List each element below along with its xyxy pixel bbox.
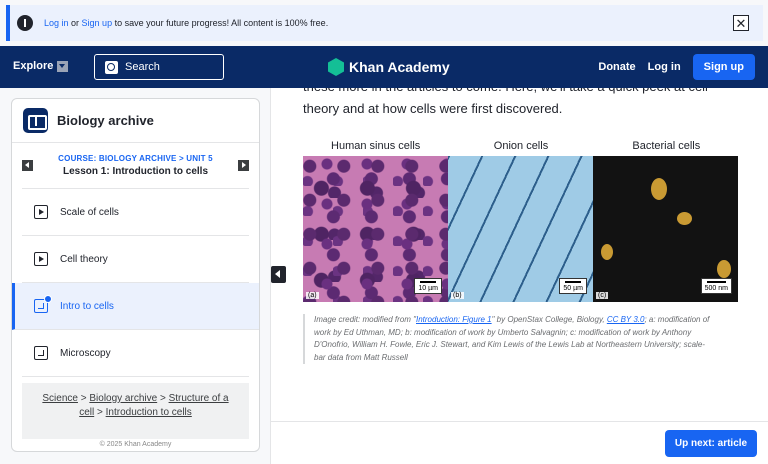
human-sinus-cells-image: (a) 10 µm (303, 156, 448, 302)
banner-message: Log in or Sign up to save your future pr… (44, 18, 328, 28)
caption-bacterial: Bacterial cells (632, 140, 701, 152)
book-icon (23, 108, 48, 133)
video-icon (34, 252, 48, 266)
article-paragraph: these more in the articles to come. Here… (303, 88, 708, 116)
next-lesson-icon[interactable] (238, 160, 249, 171)
credit-figure-link[interactable]: Introduction: Figure 1 (416, 315, 492, 324)
breadcrumb-intro[interactable]: Introduction to cells (106, 407, 192, 418)
banner-message-text: to save your future progress! All conten… (112, 18, 329, 28)
bacterium-shape (601, 244, 613, 260)
breadcrumb-biology-archive[interactable]: Biology archive (89, 393, 157, 404)
image-label-c: (c) (596, 292, 609, 299)
scale-bar-a: 10 µm (414, 278, 442, 294)
bacterium-shape (677, 212, 692, 225)
search-label: Search (125, 61, 160, 73)
sidebar-item-scale-of-cells[interactable]: Scale of cells (22, 189, 249, 236)
scale-bar-c: 500 nm (700, 278, 732, 294)
close-icon[interactable]: ✕ (733, 15, 749, 31)
explore-label: Explore (13, 60, 54, 72)
bacterial-cells-image: (c) 500 nm (593, 156, 738, 302)
credit-license-link[interactable]: CC BY 3.0 (607, 315, 645, 324)
search-button[interactable]: Search (94, 54, 224, 80)
signup-button[interactable]: Sign up (692, 54, 755, 80)
image-label-a: (a) (306, 292, 319, 299)
sidebar-item-label: Cell theory (60, 253, 108, 265)
article-icon (34, 346, 48, 360)
sidebar-item-label: Microscopy (60, 347, 111, 359)
sidebar-item-intro-to-cells[interactable]: Intro to cells (12, 283, 259, 330)
khan-leaf-icon (328, 58, 344, 76)
caption-onion: Onion cells (493, 140, 549, 152)
sidebar-item-microscopy[interactable]: Microscopy (22, 330, 249, 377)
explore-menu-button[interactable]: Explore (13, 60, 69, 72)
breadcrumb-science[interactable]: Science (42, 393, 78, 404)
caption-human-sinus: Human sinus cells (331, 140, 421, 152)
signup-banner: Log in or Sign up to save your future pr… (6, 5, 763, 41)
up-next-button[interactable]: Up next: article (665, 430, 757, 457)
search-icon (105, 60, 118, 74)
copyright: © 2025 Khan Academy (99, 441, 172, 448)
lesson-info: COURSE: BIOLOGY ARCHIVE > UNIT 5 Lesson … (58, 154, 213, 177)
banner-signup-link[interactable]: Sign up (82, 18, 113, 28)
bacterium-shape (651, 178, 667, 200)
lesson-name: Lesson 1: Introduction to cells (62, 166, 208, 177)
banner-login-link[interactable]: Log in (44, 18, 69, 28)
check-badge-icon (44, 295, 52, 303)
course-title: Biology archive (57, 113, 154, 128)
image-credit: Image credit: modified from "Introductio… (303, 314, 713, 364)
previous-lesson-icon[interactable] (22, 160, 33, 171)
image-label-b: (b) (451, 292, 464, 299)
brand-name: Khan Academy (349, 59, 450, 75)
credit-middle: " by OpenStax College, Biology, (491, 315, 607, 324)
scale-bar-b: 50 µm (559, 278, 587, 294)
lesson-sidebar: Biology archive COURSE: BIOLOGY ARCHIVE … (11, 98, 260, 452)
lesson-navigator: COURSE: BIOLOGY ARCHIVE > UNIT 5 Lesson … (22, 143, 249, 189)
breadcrumb-separator: > (77, 393, 90, 404)
donate-link[interactable]: Donate (598, 61, 635, 73)
figure-captions: Human sinus cells Onion cells Bacterial … (303, 140, 739, 152)
sidebar-item-label: Scale of cells (60, 206, 119, 218)
video-icon (34, 205, 48, 219)
breadcrumb-separator: > (94, 407, 106, 418)
collapse-sidebar-icon[interactable] (271, 266, 286, 283)
login-link[interactable]: Log in (648, 61, 681, 73)
article-icon (34, 295, 52, 313)
sidebar-header[interactable]: Biology archive (12, 99, 259, 143)
bacterium-shape (717, 260, 731, 278)
article-footer: Up next: article (270, 421, 768, 464)
chevron-down-icon (57, 60, 69, 72)
top-navigation: Explore Search Khan Academy Donate Log i… (0, 46, 768, 88)
banner-or-text: or (68, 18, 82, 28)
nav-right-group: Donate Log in Sign up (598, 54, 755, 80)
course-unit-link[interactable]: COURSE: BIOLOGY ARCHIVE > UNIT 5 (58, 154, 213, 163)
info-icon (17, 15, 33, 31)
breadcrumb: Science > Biology archive > Structure of… (22, 383, 249, 439)
breadcrumb-separator: > (157, 393, 169, 404)
sidebar-item-cell-theory[interactable]: Cell theory (22, 236, 249, 283)
khan-academy-logo[interactable]: Khan Academy (328, 58, 450, 76)
sidebar-item-label: Intro to cells (60, 300, 114, 312)
credit-prefix: Image credit: modified from " (314, 315, 416, 324)
onion-cells-image: (b) 50 µm (448, 156, 593, 302)
article-content: these more in the articles to come. Here… (270, 88, 768, 421)
